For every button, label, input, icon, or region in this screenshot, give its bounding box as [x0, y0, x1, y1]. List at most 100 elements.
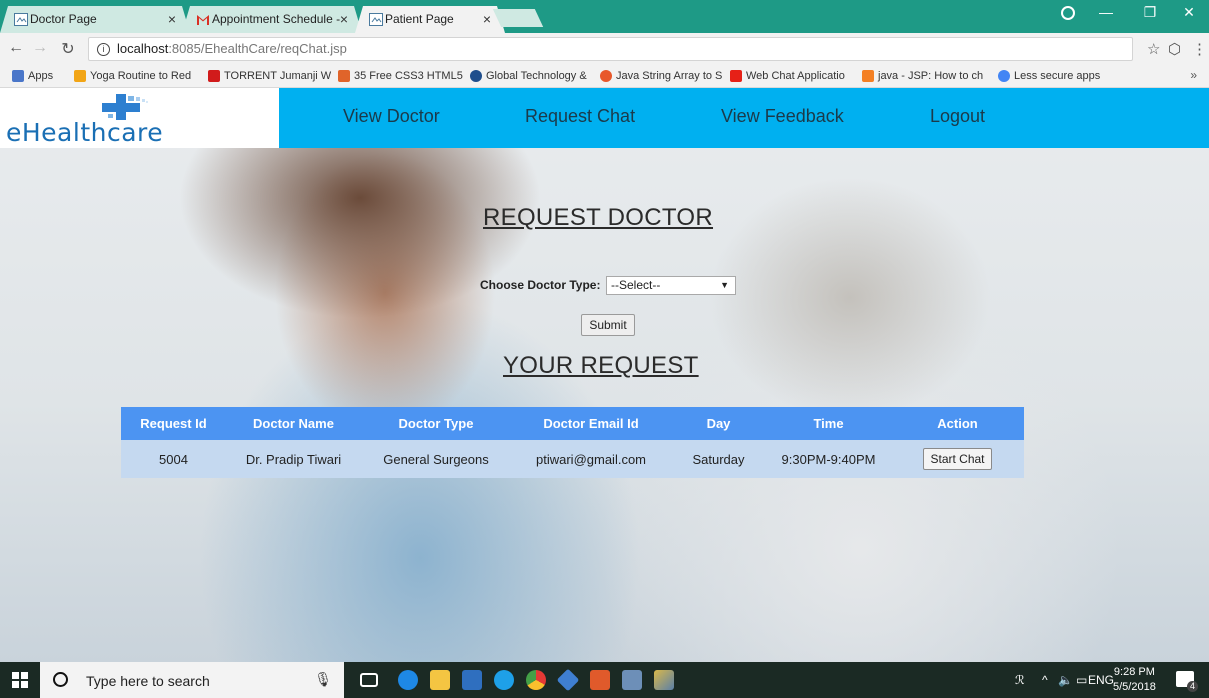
close-tab-icon[interactable]: ×	[340, 6, 348, 33]
column-header: Doctor Email Id	[511, 407, 671, 440]
doctor-name-cell: Dr. Pradip Tiwari	[226, 440, 361, 478]
nav-logout[interactable]: Logout	[930, 106, 985, 127]
start-chat-button[interactable]: Start Chat	[923, 448, 992, 470]
reload-icon[interactable]: ↻	[58, 39, 78, 59]
gmail-icon	[196, 13, 210, 26]
url-host: localhost	[117, 41, 169, 56]
address-bar[interactable]: i localhost:8085/EhealthCare/reqChat.jsp	[88, 37, 1133, 61]
bookmark-favicon-icon	[74, 70, 86, 82]
logo-text: eHealthcare	[6, 118, 164, 147]
bookmark-favicon-icon	[470, 70, 482, 82]
doctor-type-select[interactable]: --Select-- ▼	[606, 276, 736, 295]
close-tab-icon[interactable]: ×	[483, 6, 491, 33]
tab-appointment-schedule[interactable]: Appointment Schedule - ×	[182, 6, 362, 33]
back-arrow-icon[interactable]: ←	[6, 39, 26, 57]
profile-icon[interactable]	[1061, 6, 1075, 20]
restore-icon[interactable]: ❐	[1135, 4, 1165, 21]
more-bookmarks-icon[interactable]: »	[1190, 68, 1197, 82]
language-indicator[interactable]: ENG	[1088, 673, 1114, 687]
bookmark-item[interactable]: java - JSP: How to ch	[862, 68, 992, 84]
network-icon[interactable]: ▭	[1076, 673, 1087, 687]
tab-doctor-page[interactable]: Doctor Page ×	[0, 6, 190, 33]
your-request-heading: YOUR REQUEST	[503, 352, 699, 379]
taskbar-clock[interactable]: 9:28 PM 5/5/2018	[1113, 665, 1156, 695]
request-id-cell: 5004	[121, 440, 226, 478]
bookmark-favicon-icon	[208, 70, 220, 82]
skype-icon[interactable]	[494, 670, 514, 690]
menu-icon[interactable]: ⋮	[1192, 40, 1207, 58]
close-tab-icon[interactable]: ×	[168, 6, 176, 33]
column-header: Day	[671, 407, 766, 440]
taskbar-search-box[interactable]: Type here to search 🎙	[40, 662, 344, 698]
close-window-icon[interactable]: ✕	[1174, 4, 1204, 21]
tab-patient-page[interactable]: Patient Page ×	[355, 6, 505, 33]
google-icon	[998, 70, 1010, 82]
chrome-icon[interactable]	[526, 670, 546, 690]
bookmark-item[interactable]: 35 Free CSS3 HTML5	[338, 68, 464, 84]
page-favicon-icon	[369, 13, 383, 26]
forward-arrow-icon[interactable]: →	[30, 39, 50, 57]
new-tab-button[interactable]	[492, 9, 544, 27]
action-cell: Start Chat	[891, 440, 1024, 478]
chevron-up-icon[interactable]: ^	[1042, 673, 1048, 687]
bookmark-item[interactable]: Yoga Routine to Red	[74, 68, 202, 84]
site-info-icon[interactable]: i	[97, 43, 110, 56]
cortana-icon	[53, 672, 68, 687]
bookmark-item[interactable]: Java String Array to S	[600, 68, 724, 84]
document-app-icon[interactable]	[622, 670, 642, 690]
bookmark-item[interactable]: Less secure apps	[998, 68, 1108, 84]
edge-browser-icon[interactable]	[398, 670, 418, 690]
column-header: Action	[891, 407, 1024, 440]
submit-button[interactable]: Submit	[581, 314, 635, 336]
page-favicon-icon	[14, 13, 28, 26]
notification-count: 4	[1187, 681, 1198, 692]
nav-view-feedback[interactable]: View Feedback	[721, 106, 844, 127]
bookmarks-bar: Apps Yoga Routine to Red TORRENT Jumanji…	[0, 65, 1209, 88]
minimize-icon[interactable]: —	[1091, 4, 1121, 20]
browser-tab-strip: Doctor Page × Appointment Schedule - × P…	[0, 0, 1209, 33]
bookmark-item[interactable]: Web Chat Applicatio	[730, 68, 858, 84]
bookmark-star-icon[interactable]: ☆	[1147, 40, 1160, 58]
browser-toolbar: ← → ↻ i localhost:8085/EhealthCare/reqCh…	[0, 33, 1209, 65]
select-value: --Select--	[611, 278, 661, 292]
bookmark-favicon-icon	[338, 70, 350, 82]
page-content: eHealthcare View Doctor Request Chat Vie…	[0, 88, 1209, 662]
youtube-icon	[730, 70, 742, 82]
url-path: :8085/EhealthCare/reqChat.jsp	[168, 41, 347, 56]
virtualbox-icon[interactable]	[556, 668, 580, 692]
tools-app-icon[interactable]	[654, 670, 674, 690]
tab-title: Patient Page	[385, 12, 454, 26]
file-explorer-icon[interactable]	[430, 670, 450, 690]
clock-time: 9:28 PM	[1113, 666, 1155, 678]
column-header: Doctor Type	[361, 407, 511, 440]
extension-icon[interactable]: ⬡	[1168, 40, 1181, 58]
doctor-type-cell: General Surgeons	[361, 440, 511, 478]
logo[interactable]: eHealthcare	[0, 88, 279, 148]
column-header: Request Id	[121, 407, 226, 440]
bookmark-apps[interactable]: Apps	[12, 68, 72, 84]
site-header: eHealthcare View Doctor Request Chat Vie…	[0, 88, 1209, 148]
windows-taskbar: Type here to search 🎙 ℛ ^ 🔈 ▭ ENG 9:28 P…	[0, 662, 1209, 698]
windows-start-icon[interactable]	[12, 672, 28, 688]
column-header: Doctor Name	[226, 407, 361, 440]
task-view-icon[interactable]	[360, 673, 378, 687]
microphone-icon[interactable]: 🎙	[314, 671, 332, 688]
doctor-type-label: Choose Doctor Type:	[480, 278, 601, 292]
bookmark-item[interactable]: Global Technology &	[470, 68, 592, 84]
media-app-icon[interactable]	[462, 670, 482, 690]
time-cell: 9:30PM-9:40PM	[766, 440, 891, 478]
clock-date: 5/5/2018	[1113, 681, 1156, 693]
nav-view-doctor[interactable]: View Doctor	[343, 106, 440, 127]
bookmark-item[interactable]: TORRENT Jumanji W	[208, 68, 332, 84]
volume-icon[interactable]: 🔈	[1058, 673, 1073, 687]
search-placeholder: Type here to search	[86, 673, 210, 689]
doctor-email-cell: ptiwari@gmail.com	[511, 440, 671, 478]
notification-center-icon[interactable]: 4	[1176, 671, 1198, 692]
bookmark-favicon-icon	[600, 70, 612, 82]
tab-title: Appointment Schedule -	[212, 12, 341, 26]
apps-grid-icon	[12, 70, 24, 82]
nav-request-chat[interactable]: Request Chat	[525, 106, 635, 127]
day-cell: Saturday	[671, 440, 766, 478]
presentation-app-icon[interactable]	[590, 670, 610, 690]
people-icon[interactable]: ℛ	[1015, 673, 1025, 687]
